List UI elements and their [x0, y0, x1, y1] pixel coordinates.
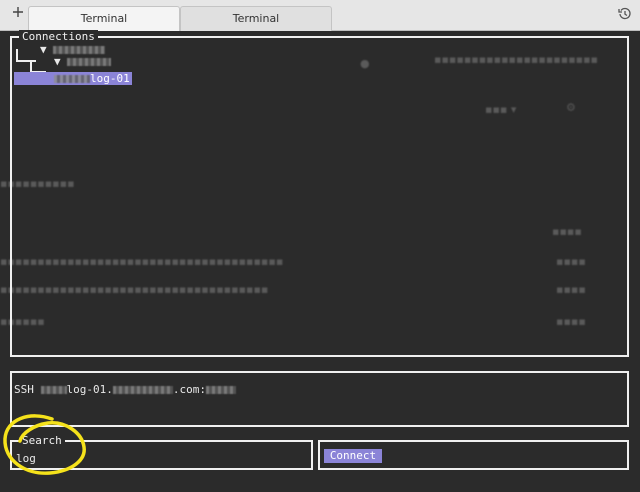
tab-bar: Terminal Terminal: [0, 0, 640, 31]
plus-icon[interactable]: [10, 6, 26, 22]
redacted-text: [40, 386, 67, 394]
connect-panel: Connect: [318, 440, 629, 470]
connect-button[interactable]: Connect: [324, 449, 382, 463]
tab-terminal-1[interactable]: Terminal: [28, 6, 180, 31]
tab-label: Terminal: [80, 12, 128, 25]
redacted-text: [54, 75, 90, 83]
connection-details: SSH log-01. .com:: [14, 383, 236, 396]
tree-item-label: log-01: [90, 72, 130, 85]
redacted-port: [205, 386, 236, 394]
domain-suffix: .com:: [172, 383, 206, 396]
terminal-area[interactable]: ▪▪▪▪▪▪▪▪▪▪▪▪▪▪▪▪▪▪▪▪▪▪ ● ▪▪▪ ▾ ⚙ ▪▪▪▪▪▪▪…: [0, 30, 640, 492]
redacted-text: [67, 58, 112, 66]
tree-item-selected[interactable]: log-01: [14, 72, 132, 85]
expand-triangle-icon[interactable]: ▼: [40, 43, 47, 56]
search-title: Search: [19, 434, 65, 448]
tree-group[interactable]: ▼: [54, 55, 112, 68]
search-input[interactable]: log: [16, 452, 36, 465]
host-fragment: log-01.: [66, 383, 113, 396]
expand-triangle-icon[interactable]: ▼: [54, 55, 61, 68]
details-panel: SSH log-01. .com:: [10, 371, 629, 427]
redacted-text: [112, 386, 173, 394]
connections-panel: Connections ▼ ▼ log-01: [10, 30, 629, 357]
tree-line: [16, 60, 36, 62]
protocol-label: SSH: [14, 383, 34, 396]
search-panel[interactable]: Search log: [10, 434, 313, 470]
history-icon[interactable]: [618, 7, 632, 21]
tab-terminal-2[interactable]: Terminal: [180, 6, 332, 31]
tab-label: Terminal: [232, 12, 280, 25]
redacted-text: [53, 46, 106, 54]
connections-title: Connections: [19, 30, 98, 44]
